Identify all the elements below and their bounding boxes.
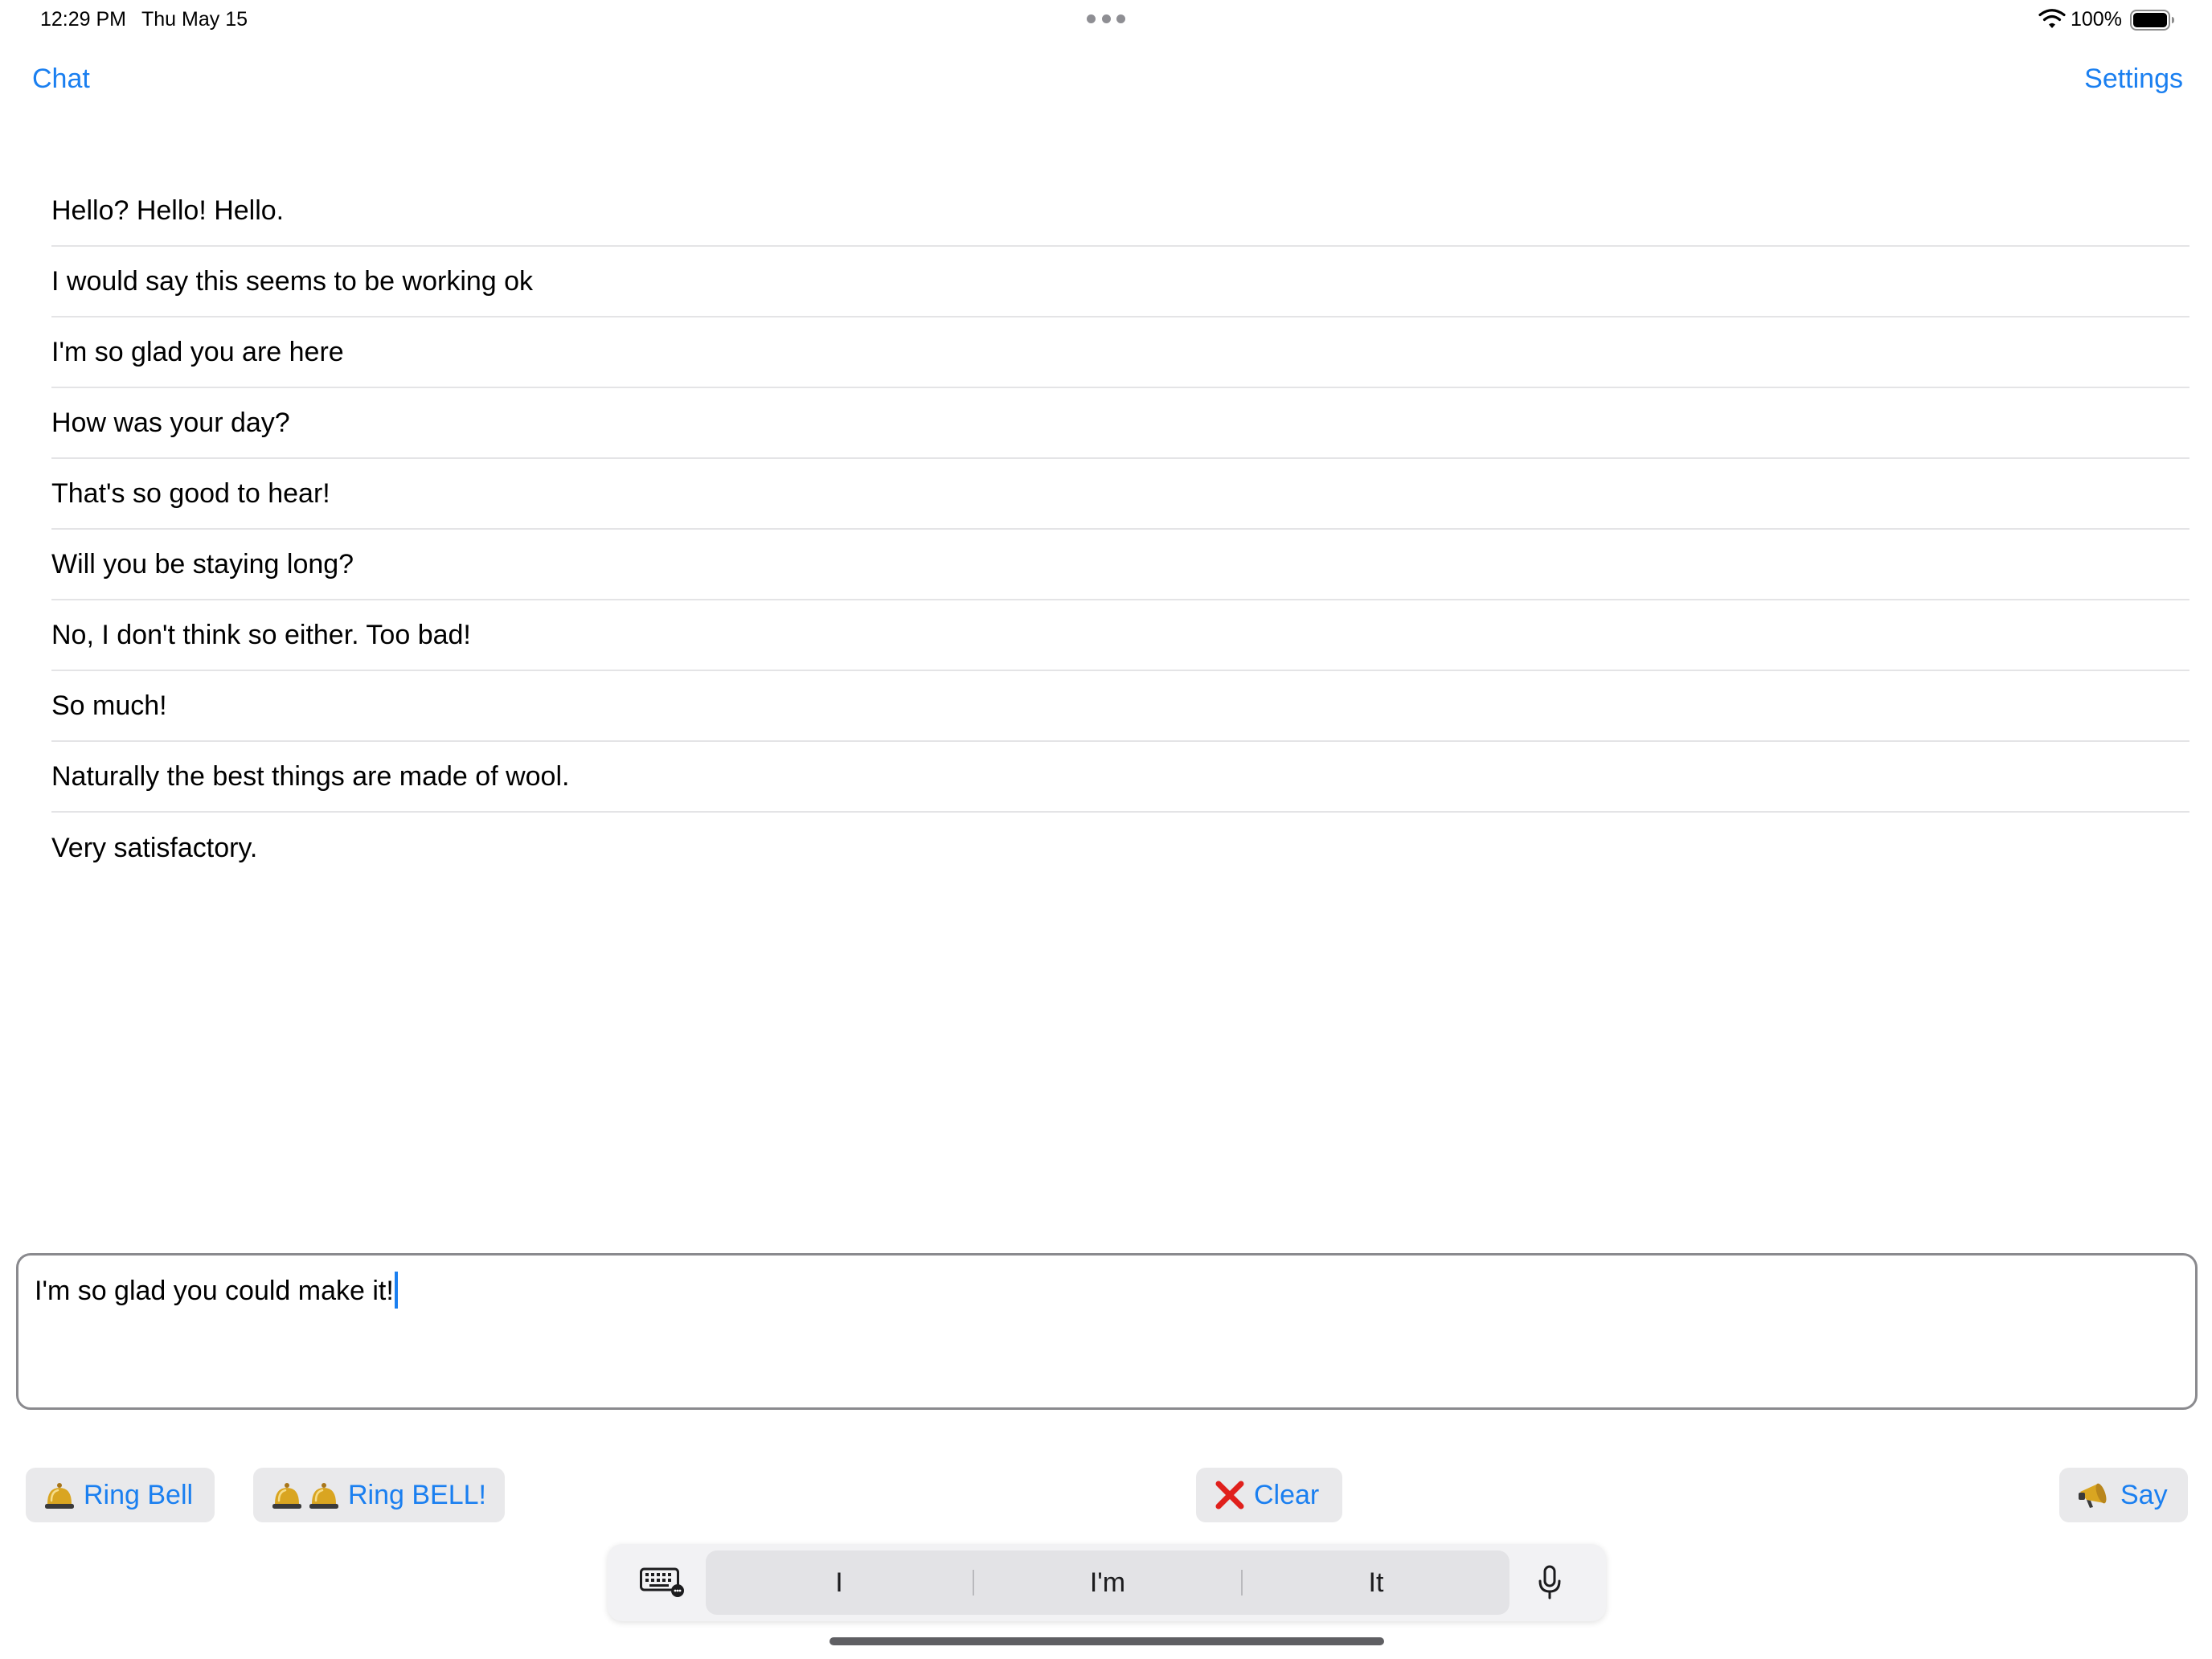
ring-bell-loud-label: Ring BELL! xyxy=(348,1479,486,1510)
suggestion-item[interactable]: I'm xyxy=(974,1567,1241,1599)
suggestion-group: I I'm It xyxy=(706,1550,1509,1615)
say-button[interactable]: Say xyxy=(2059,1468,2188,1522)
message-text: How was your day? xyxy=(51,407,290,438)
suggestion-item[interactable]: I xyxy=(706,1567,973,1599)
message-row[interactable]: How was your day? xyxy=(51,388,2189,459)
message-input[interactable]: I'm so glad you could make it! xyxy=(16,1253,2198,1410)
cross-mark-icon xyxy=(1214,1479,1246,1511)
suggestion-item[interactable]: It xyxy=(1243,1567,1509,1599)
message-text: Naturally the best things are made of wo… xyxy=(51,760,570,792)
battery-icon xyxy=(2130,10,2174,31)
message-row[interactable]: I would say this seems to be working ok xyxy=(51,247,2189,317)
home-indicator[interactable] xyxy=(830,1637,1384,1645)
ring-bell-label: Ring Bell xyxy=(84,1479,194,1510)
keyboard-icon[interactable] xyxy=(640,1566,685,1598)
chat-nav-link[interactable]: Chat xyxy=(32,59,90,98)
microphone-icon[interactable] xyxy=(1537,1565,1563,1600)
status-time: 12:29 PM xyxy=(40,8,127,31)
battery-percentage: 100% xyxy=(2071,8,2122,31)
message-text: I'm so glad you are here xyxy=(51,336,344,367)
message-list: Hello? Hello! Hello. I would say this se… xyxy=(51,176,2189,883)
message-text: No, I don't think so either. Too bad! xyxy=(51,619,471,650)
message-input-value: I'm so glad you could make it! xyxy=(35,1276,394,1306)
message-text: Will you be staying long? xyxy=(51,548,354,580)
message-row[interactable]: No, I don't think so either. Too bad! xyxy=(51,600,2189,671)
wifi-icon xyxy=(2038,9,2066,28)
megaphone-icon xyxy=(2077,1479,2112,1511)
message-text: I would say this seems to be working ok xyxy=(51,265,534,297)
keyboard-suggestion-bar: I I'm It xyxy=(608,1544,1606,1621)
message-text: That's so good to hear! xyxy=(51,477,330,509)
clear-button[interactable]: Clear xyxy=(1196,1468,1342,1522)
message-text: So much! xyxy=(51,690,167,721)
message-text: Very satisfactory. xyxy=(51,832,258,863)
message-text: Hello? Hello! Hello. xyxy=(51,195,285,226)
message-row[interactable]: Hello? Hello! Hello. xyxy=(51,176,2189,247)
ring-bell-loud-button[interactable]: Ring BELL! xyxy=(253,1468,505,1522)
message-row[interactable]: That's so good to hear! xyxy=(51,459,2189,530)
message-row[interactable]: Naturally the best things are made of wo… xyxy=(51,742,2189,813)
text-cursor xyxy=(394,1272,398,1309)
message-row[interactable]: I'm so glad you are here xyxy=(51,317,2189,388)
double-bell-icon xyxy=(271,1479,340,1511)
bell-icon xyxy=(43,1479,76,1511)
message-row[interactable]: Very satisfactory. xyxy=(51,813,2189,883)
say-label: Say xyxy=(2120,1479,2168,1510)
status-date: Thu May 15 xyxy=(141,8,248,31)
multitasking-dots-icon[interactable] xyxy=(1087,14,1125,24)
message-row[interactable]: Will you be staying long? xyxy=(51,530,2189,600)
message-row[interactable]: So much! xyxy=(51,671,2189,742)
clear-label: Clear xyxy=(1254,1479,1320,1510)
ring-bell-button[interactable]: Ring Bell xyxy=(26,1468,215,1522)
settings-button[interactable]: Settings xyxy=(2084,59,2183,98)
